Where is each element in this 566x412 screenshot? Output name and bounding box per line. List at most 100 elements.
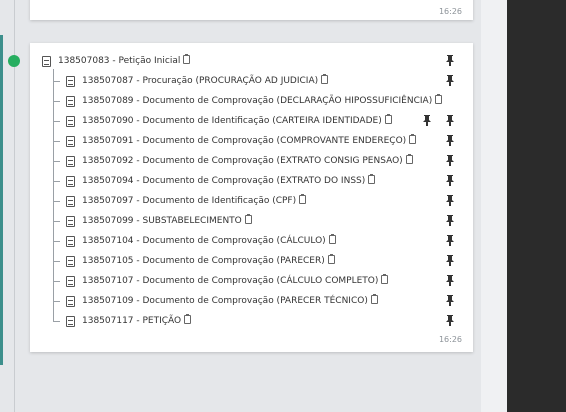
clipboard-icon[interactable] xyxy=(370,294,378,304)
pin-icon[interactable] xyxy=(446,115,454,126)
document-link[interactable]: 138507089 - Documento de Comprovação (DE… xyxy=(82,94,443,107)
clipboard-icon[interactable] xyxy=(299,194,307,204)
tree-branch xyxy=(53,241,60,242)
document-link[interactable]: 138507083 - Petição Inicial xyxy=(58,54,191,67)
pin-icon[interactable] xyxy=(446,235,454,246)
tree-branch xyxy=(53,121,60,122)
clipboard-icon[interactable] xyxy=(384,114,392,124)
file-icon xyxy=(66,136,75,147)
clipboard-icon[interactable] xyxy=(244,214,252,224)
document-label: 138507109 - Documento de Comprovação (PA… xyxy=(82,296,368,306)
document-label: 138507097 - Documento de Identificação (… xyxy=(82,196,297,206)
document-label: 138507105 - Documento de Comprovação (PA… xyxy=(82,256,325,266)
file-icon xyxy=(66,236,75,247)
document-item[interactable]: 138507105 - Documento de Comprovação (PA… xyxy=(30,254,473,269)
document-item[interactable]: 138507104 - Documento de Comprovação (CÁ… xyxy=(30,234,473,249)
document-label: 138507107 - Documento de Comprovação (CÁ… xyxy=(82,276,379,286)
document-label: 138507104 - Documento de Comprovação (CÁ… xyxy=(82,236,326,246)
event-time: 16:26 xyxy=(438,7,462,16)
pin-icon[interactable] xyxy=(446,75,454,86)
document-item[interactable]: 138507117 - PETIÇÃO xyxy=(30,314,473,329)
pin-icon[interactable] xyxy=(446,55,454,66)
document-event-card: 138507083 - Petição Inicial 138507087 - P… xyxy=(30,43,473,352)
document-link[interactable]: 138507097 - Documento de Identificação (… xyxy=(82,194,307,207)
document-item[interactable]: 138507094 - Documento de Comprovação (EX… xyxy=(30,174,473,189)
pin-icon[interactable] xyxy=(446,295,454,306)
document-item[interactable]: 138507090 - Documento de Identificação (… xyxy=(30,114,473,129)
pin-icon[interactable] xyxy=(446,315,454,326)
document-link[interactable]: 138507087 - Procuração (PROCURAÇÃO AD JU… xyxy=(82,74,329,87)
document-label: 138507094 - Documento de Comprovação (EX… xyxy=(82,176,366,186)
document-link[interactable]: 138507099 - SUBSTABELECIMENTO xyxy=(82,214,252,227)
document-link[interactable]: 138507090 - Documento de Identificação (… xyxy=(82,114,392,127)
timeline-panel: 16:26 138507083 - Petição Inicial 1385070… xyxy=(0,0,481,412)
document-label: 138507091 - Documento de Comprovação (CO… xyxy=(82,136,407,146)
pin-icon[interactable] xyxy=(446,175,454,186)
tree-branch xyxy=(53,101,60,102)
document-link[interactable]: 138507117 - PETIÇÃO xyxy=(82,314,192,327)
document-item[interactable]: 138507089 - Documento de Comprovação (DE… xyxy=(30,94,473,109)
scroll-gutter xyxy=(481,0,507,412)
tree-branch xyxy=(53,321,60,322)
tree-branch xyxy=(53,201,60,202)
document-link[interactable]: 138507092 - Documento de Comprovação (EX… xyxy=(82,154,413,167)
status-dot xyxy=(8,55,20,67)
file-icon xyxy=(66,196,75,207)
file-icon xyxy=(66,296,75,307)
pin-icon[interactable] xyxy=(446,215,454,226)
document-item[interactable]: 138507109 - Documento de Comprovação (PA… xyxy=(30,294,473,309)
clipboard-icon[interactable] xyxy=(368,174,376,184)
clipboard-icon[interactable] xyxy=(435,94,443,104)
tree-branch xyxy=(53,301,60,302)
pin-icon[interactable] xyxy=(446,275,454,286)
tree-branch xyxy=(53,181,60,182)
clipboard-icon[interactable] xyxy=(409,134,417,144)
document-item[interactable]: 138507099 - SUBSTABELECIMENTO xyxy=(30,214,473,229)
clipboard-icon[interactable] xyxy=(327,254,335,264)
document-label: 138507099 - SUBSTABELECIMENTO xyxy=(82,216,242,226)
previous-event-card[interactable]: 16:26 xyxy=(30,0,473,20)
clipboard-icon[interactable] xyxy=(183,54,191,64)
clipboard-icon[interactable] xyxy=(184,314,192,324)
document-root[interactable]: 138507083 - Petição Inicial xyxy=(30,54,473,69)
event-time: 16:26 xyxy=(438,335,462,344)
clipboard-icon[interactable] xyxy=(328,234,336,244)
file-icon xyxy=(66,76,75,87)
side-panel xyxy=(507,0,566,412)
document-link[interactable]: 138507107 - Documento de Comprovação (CÁ… xyxy=(82,274,389,287)
tree-branch xyxy=(53,221,60,222)
pin-icon[interactable] xyxy=(446,155,454,166)
document-label: 138507090 - Documento de Identificação (… xyxy=(82,116,382,126)
document-link[interactable]: 138507105 - Documento de Comprovação (PA… xyxy=(82,254,335,267)
file-icon xyxy=(66,256,75,267)
pin-icon[interactable] xyxy=(446,195,454,206)
document-item[interactable]: 138507097 - Documento de Identificação (… xyxy=(30,194,473,209)
document-label: 138507092 - Documento de Comprovação (EX… xyxy=(82,156,403,166)
pin-icon[interactable] xyxy=(423,115,431,126)
clipboard-icon[interactable] xyxy=(321,74,329,84)
file-icon xyxy=(66,156,75,167)
document-item[interactable]: 138507107 - Documento de Comprovação (CÁ… xyxy=(30,274,473,289)
pin-icon[interactable] xyxy=(446,135,454,146)
clipboard-icon[interactable] xyxy=(405,154,413,164)
clipboard-icon[interactable] xyxy=(381,274,389,284)
document-item[interactable]: 138507092 - Documento de Comprovação (EX… xyxy=(30,154,473,169)
selected-accent-bar xyxy=(0,35,3,365)
document-item[interactable]: 138507091 - Documento de Comprovação (CO… xyxy=(30,134,473,149)
file-icon xyxy=(66,276,75,287)
document-label: 138507089 - Documento de Comprovação (DE… xyxy=(82,96,433,106)
tree-branch xyxy=(53,141,60,142)
file-icon xyxy=(66,316,75,327)
tree-branch xyxy=(53,281,60,282)
file-icon xyxy=(66,96,75,107)
document-link[interactable]: 138507091 - Documento de Comprovação (CO… xyxy=(82,134,417,147)
document-link[interactable]: 138507104 - Documento de Comprovação (CÁ… xyxy=(82,234,336,247)
pin-icon[interactable] xyxy=(446,255,454,266)
file-icon xyxy=(66,116,75,127)
document-item[interactable]: 138507087 - Procuração (PROCURAÇÃO AD JU… xyxy=(30,74,473,89)
document-link[interactable]: 138507094 - Documento de Comprovação (EX… xyxy=(82,174,376,187)
document-label: 138507083 - Petição Inicial xyxy=(58,56,181,66)
document-link[interactable]: 138507109 - Documento de Comprovação (PA… xyxy=(82,294,378,307)
file-icon xyxy=(66,216,75,227)
file-icon xyxy=(42,56,51,67)
